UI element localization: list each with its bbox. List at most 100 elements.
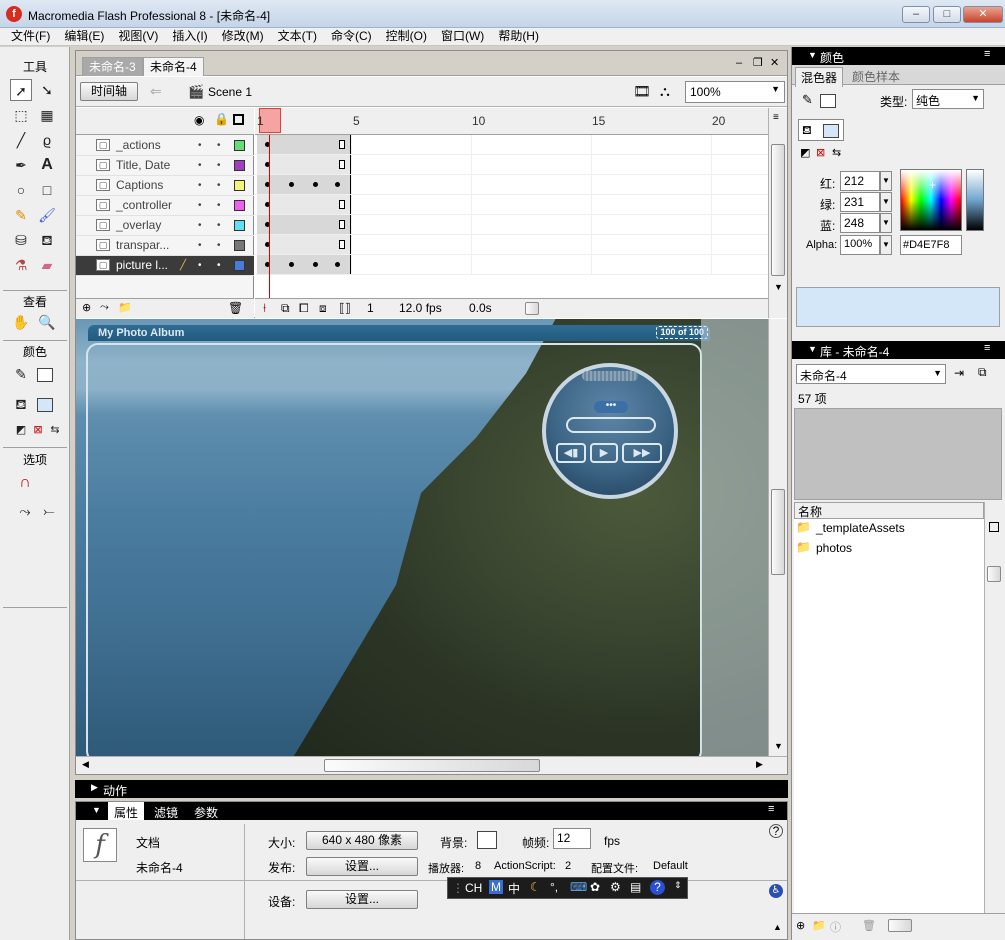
gradient-transform-icon[interactable]: ▦	[36, 104, 58, 126]
help-icon[interactable]: ?	[769, 824, 783, 838]
ime-logo-icon[interactable]: M	[489, 880, 503, 894]
free-transform-icon[interactable]: ⬚	[10, 104, 32, 126]
collapse-arrow-icon[interactable]: ▼	[808, 50, 817, 60]
stage-vscroll[interactable]: ▼	[768, 319, 787, 756]
visibility-dot[interactable]: •	[198, 156, 202, 175]
layer-color-swatch[interactable]	[234, 200, 245, 211]
menu-view[interactable]: 视图(V)	[111, 28, 165, 45]
frame-row[interactable]	[255, 235, 768, 255]
ime-doc-icon[interactable]: ▤	[630, 880, 641, 894]
fill-color-control[interactable]: ⛾	[798, 119, 844, 141]
oval-tool-icon[interactable]: ○	[10, 179, 32, 201]
layer-row[interactable]: ▢ Title, Date • •	[76, 156, 254, 176]
black-white-icon[interactable]: ◩	[800, 146, 810, 159]
menu-window[interactable]: 窗口(W)	[434, 28, 491, 45]
layer-row[interactable]: ▢ picture l... ╱ • •	[76, 256, 254, 276]
brush-tool-icon[interactable]: 🖌	[36, 204, 58, 226]
play-button[interactable]: ▶	[590, 443, 618, 463]
library-item[interactable]: 📁 _templateAssets	[794, 519, 984, 538]
eraser-icon[interactable]: ▰	[36, 254, 58, 276]
menu-modify[interactable]: 修改(M)	[215, 28, 271, 45]
menu-control[interactable]: 控制(O)	[379, 28, 434, 45]
properties-icon[interactable]: ⓘ	[830, 919, 841, 935]
frame-span[interactable]	[257, 135, 351, 154]
add-layer-icon[interactable]: ⊕	[82, 301, 91, 314]
panel-menu-icon[interactable]: ≡	[984, 48, 990, 60]
scroll-down-icon[interactable]: ▼	[774, 741, 783, 751]
onion-markers-icon[interactable]: ⟦⟧	[339, 301, 351, 315]
stroke-color-swatch[interactable]	[820, 93, 836, 108]
keyframe-dot[interactable]	[335, 262, 340, 267]
stage-hscroll-thumb[interactable]	[324, 759, 540, 772]
timeline-vscroll-thumb[interactable]	[771, 144, 785, 276]
frame-row[interactable]	[255, 155, 768, 175]
keyframe-dot[interactable]	[335, 182, 340, 187]
edit-multiple-icon[interactable]: ⧈	[319, 301, 327, 316]
controller-grip[interactable]	[582, 371, 638, 381]
edit-scene-icon[interactable]: 🎞	[633, 83, 651, 100]
minimize-button[interactable]: –	[902, 6, 930, 23]
keyframe-dot[interactable]	[289, 262, 294, 267]
panel-menu-icon[interactable]: ≡	[768, 803, 774, 815]
library-vscroll-thumb[interactable]	[987, 566, 1001, 582]
ime-mode[interactable]: 中	[508, 880, 520, 897]
tab-filters[interactable]: 滤镜	[154, 804, 178, 821]
library-column-header[interactable]: 名称	[794, 502, 984, 519]
ime-grip-icon[interactable]: ⋮	[452, 881, 464, 895]
swap-colors-icon[interactable]: ⇆	[44, 419, 66, 441]
tab-parameters[interactable]: 参数	[194, 804, 218, 821]
pencil-tool-icon[interactable]: ✎	[10, 204, 32, 226]
slideshow-controller[interactable]: ••• ◀▮ ▶ ▶▶	[542, 363, 678, 499]
stroke-color-icon[interactable]: ✎	[10, 363, 32, 385]
sort-order-icon[interactable]	[989, 522, 999, 532]
lock-dot[interactable]: •	[217, 256, 221, 275]
doc-minimize-icon[interactable]: –	[736, 57, 742, 69]
library-vscroll[interactable]	[984, 502, 1003, 913]
text-tool-icon[interactable]: A	[36, 154, 58, 176]
new-folder-icon[interactable]: 📁	[812, 919, 826, 932]
frame-row[interactable]	[255, 195, 768, 215]
tab-document-3[interactable]: 未命名-3	[82, 57, 143, 76]
actions-panel-bar[interactable]: ▶ 动作	[75, 780, 788, 798]
delete-item-icon[interactable]: 🗑	[862, 919, 876, 932]
fill-color-swatch[interactable]	[37, 397, 53, 412]
soft-keyboard-icon[interactable]: ⌨	[570, 880, 587, 894]
new-symbol-icon[interactable]: ⊕	[796, 919, 805, 932]
lock-dot[interactable]: •	[217, 216, 221, 235]
library-panel-bar[interactable]: ▼ 库 - 未命名-4 ≡	[792, 341, 1005, 359]
pin-library-icon[interactable]: ⇥	[954, 366, 964, 380]
center-frame-icon[interactable]: ⍿	[263, 301, 266, 316]
panel-menu-icon[interactable]: ≡	[984, 342, 990, 354]
tab-color-mixer[interactable]: 混色器	[795, 67, 844, 87]
layer-color-swatch[interactable]	[234, 180, 245, 191]
stroke-color-swatch[interactable]	[37, 367, 53, 382]
scroll-left-icon[interactable]: ◀	[82, 759, 89, 770]
background-color-swatch[interactable]	[477, 831, 497, 849]
library-document-select[interactable]: 未命名-4 ▼	[796, 364, 946, 384]
lock-dot[interactable]: •	[217, 196, 221, 215]
edit-symbols-icon[interactable]: ⛬	[660, 83, 670, 100]
collapse-arrow-icon[interactable]: ▼	[92, 805, 101, 815]
snap-magnet-icon[interactable]: ∩	[14, 472, 36, 494]
onion-skin-icon[interactable]: ⧉	[281, 301, 290, 316]
half-width-icon[interactable]: ☾	[530, 880, 541, 894]
device-settings-button[interactable]: 设置...	[306, 890, 418, 909]
expand-arrow-icon[interactable]: ▲	[773, 922, 782, 932]
library-hscroll-thumb[interactable]	[888, 919, 912, 932]
layer-row[interactable]: ▢ _actions • •	[76, 136, 254, 156]
swap-colors-icon[interactable]: ⇆	[832, 146, 841, 159]
frame-row[interactable]	[255, 255, 768, 275]
stage[interactable]: My Photo Album 100 of 100 ••• ◀▮ ▶ ▶▶	[76, 319, 771, 756]
menu-insert[interactable]: 插入(I)	[165, 28, 214, 45]
menu-edit[interactable]: 编辑(E)	[57, 28, 111, 45]
visibility-dot[interactable]: •	[198, 196, 202, 215]
delete-layer-icon[interactable]: 🗑	[228, 301, 243, 315]
menu-commands[interactable]: 命令(C)	[324, 28, 379, 45]
frame-row[interactable]	[255, 175, 768, 195]
red-dropdown-icon[interactable]: ▼	[880, 171, 892, 191]
green-input[interactable]: 231	[840, 192, 880, 212]
keyframe-dot[interactable]	[313, 262, 318, 267]
layer-row[interactable]: ▢ transpar... • •	[76, 236, 254, 256]
doc-restore-icon[interactable]: ❐	[753, 56, 763, 69]
layer-row[interactable]: ▢ _overlay • •	[76, 216, 254, 236]
